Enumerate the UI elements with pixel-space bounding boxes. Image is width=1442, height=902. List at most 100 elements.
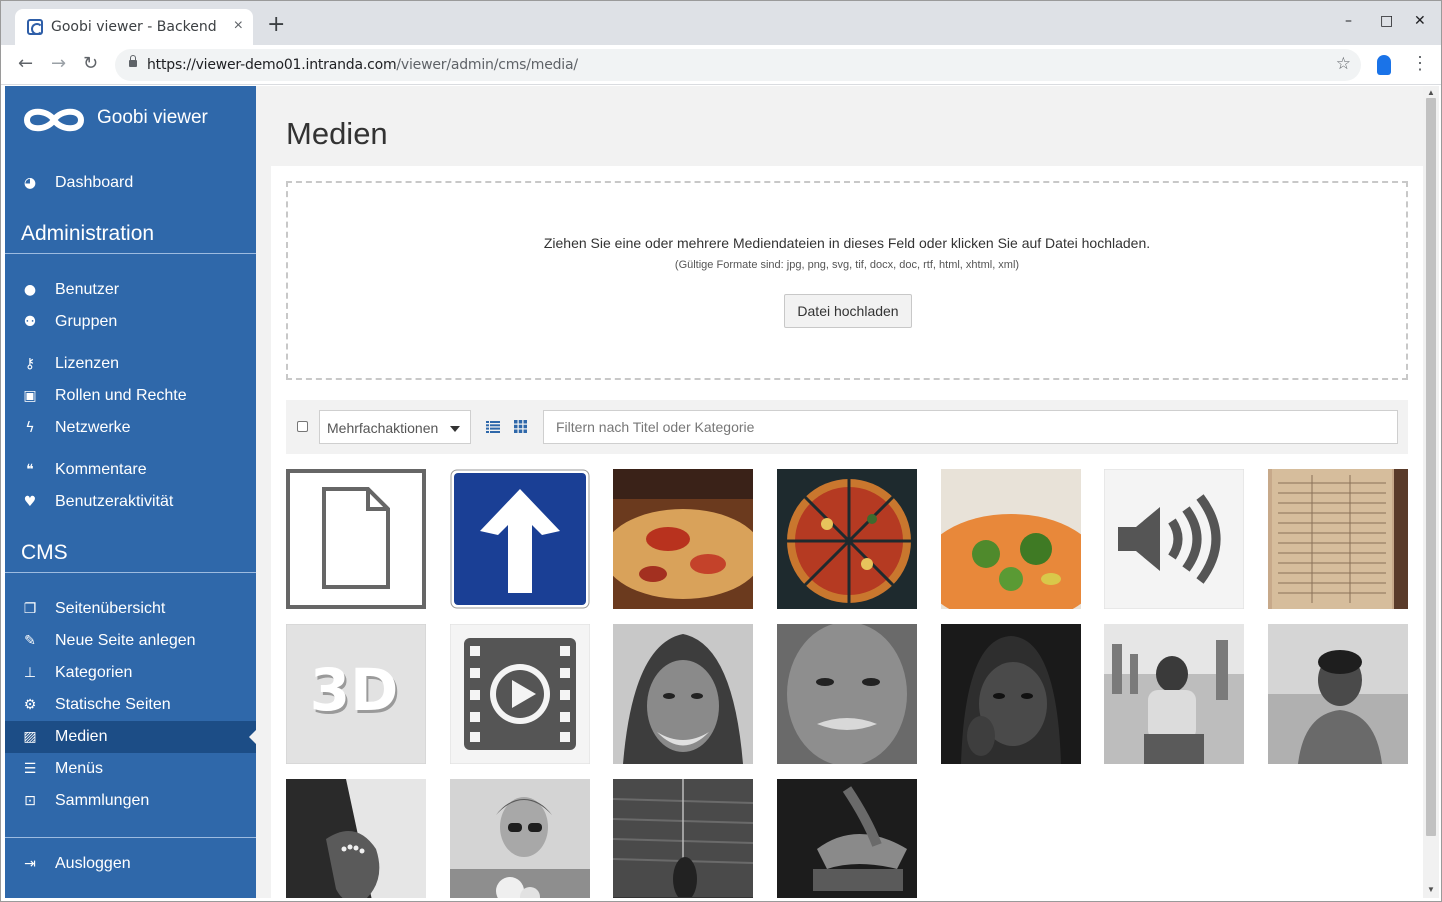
goobi-logo-icon[interactable] [21,100,87,140]
close-tab-icon[interactable]: × [234,17,243,35]
filter-bar: Mehrfachaktionen [286,400,1408,454]
browser-window: Goobi viewer - Backend × + – □ ✕ ← → ↻ h… [0,0,1442,902]
bolt-icon: ϟ [25,420,35,436]
media-thumb-boy-portrait[interactable] [1268,624,1408,764]
media-thumb-newspaper[interactable] [1268,469,1408,609]
sidebar-item-label: Sammlungen [55,792,150,809]
cogs-icon: ⚙ [23,697,37,713]
browser-tab[interactable]: Goobi viewer - Backend × [15,9,253,45]
media-grid: 3D 3D [286,469,1408,898]
admin-sidebar: Goobi viewer ◕ Dashboard Administration … [5,86,256,898]
upload-file-button[interactable]: Datei hochladen [784,294,912,328]
minimize-icon[interactable]: – [1345,13,1352,29]
back-arrow-icon[interactable]: ← [18,53,33,74]
section-divider [5,837,256,838]
scroll-up-icon[interactable]: ▲ [1427,88,1435,97]
bookmark-star-icon[interactable]: ☆ [1336,54,1351,74]
dropzone-formats: (Gültige Formate sind: jpg, png, svg, ti… [674,259,1020,271]
browser-toolbar: ← → ↻ https://viewer-demo01.intranda.com… [1,45,1441,85]
bulk-actions-select[interactable]: Mehrfachaktionen [319,410,471,444]
tab-title: Goobi viewer - Backend [51,19,217,35]
extension-icon[interactable] [1377,55,1391,75]
browser-menu-icon[interactable]: ⋮ [1411,53,1429,74]
page-scrollbar[interactable]: ▲ ▼ [1423,86,1439,898]
page-title: Medien [286,116,388,151]
sidebar-item-label: Lizenzen [55,355,120,372]
bulk-actions-value: Mehrfachaktionen [327,420,439,436]
chevron-down-icon [450,426,460,432]
goobi-favicon-icon [27,19,43,35]
media-thumb-old-man[interactable] [777,624,917,764]
sidebar-item-ausloggen[interactable]: ⇥ Ausloggen [5,848,256,880]
comments-icon: ❝ [26,462,34,478]
media-thumb-old-man-hood[interactable] [613,624,753,764]
svg-text:3D: 3D [310,656,399,724]
sidebar-item-menues[interactable]: ☰ Menüs [5,753,256,785]
sidebar-item-statische-seiten[interactable]: ⚙ Statische Seiten [5,689,256,721]
scroll-down-icon[interactable]: ▼ [1427,885,1435,894]
media-thumb-woman-sunglasses[interactable] [450,779,590,898]
media-thumb-man-hoodie[interactable] [941,624,1081,764]
sidebar-item-netzwerke[interactable]: ϟ Netzwerke [5,412,256,444]
sidebar-item-label: Kommentare [55,461,147,478]
sign-out-icon: ⇥ [24,856,36,872]
sidebar-item-kommentare[interactable]: ❝ Kommentare [5,454,256,486]
sidebar-item-label: Netzwerke [55,419,131,436]
collection-icon: ⊡ [24,793,36,809]
users-icon: ⚉ [23,314,37,330]
sidebar-item-label: Kategorien [55,664,133,681]
media-thumb-3d[interactable]: 3D 3D [286,624,426,764]
media-thumb-pizza-top[interactable] [777,469,917,609]
sidebar-item-label: Neue Seite anlegen [55,632,196,649]
new-tab-button[interactable]: + [267,14,285,36]
image-icon: ▨ [23,729,37,745]
media-panel: Ziehen Sie eine oder mehrere Mediendatei… [271,166,1423,898]
sidebar-item-rollen-und-rechte[interactable]: ▣ Rollen und Rechte [5,380,256,412]
media-thumb-boy-street[interactable] [1104,624,1244,764]
thumbtack-icon: ⊥ [23,665,37,681]
filter-input[interactable] [543,410,1398,444]
reload-icon[interactable]: ↻ [83,53,98,74]
sidebar-item-gruppen[interactable]: ⚉ Gruppen [5,306,256,338]
sidebar-item-sammlungen[interactable]: ⊡ Sammlungen [5,785,256,817]
sidebar-item-neue-seite-anlegen[interactable]: ✎ Neue Seite anlegen [5,625,256,657]
grid-view-icon[interactable] [514,420,527,433]
forward-arrow-icon[interactable]: → [51,53,66,74]
sidebar-item-benutzeraktivitaet[interactable]: ♥ Benutzeraktivität [5,486,256,518]
dashboard-icon: ◕ [23,175,37,191]
maximize-icon[interactable]: □ [1380,13,1393,29]
sidebar-item-label: Ausloggen [55,855,131,872]
section-divider [5,253,256,254]
media-thumb-arrow-sign[interactable] [450,469,590,609]
sidebar-item-kategorien[interactable]: ⊥ Kategorien [5,657,256,689]
files-icon: ❐ [23,601,37,617]
media-thumb-pier[interactable] [613,779,753,898]
list-view-icon[interactable] [486,421,500,433]
brand-name[interactable]: Goobi viewer [97,107,208,129]
sidebar-item-label: Seitenübersicht [55,600,166,617]
address-bar[interactable]: https://viewer-demo01.intranda.com/viewe… [115,49,1361,81]
media-thumb-video[interactable] [450,624,590,764]
media-thumb-audio[interactable] [1104,469,1244,609]
bars-icon: ☰ [23,761,37,777]
lock-icon [129,55,137,67]
dropzone-instructions: Ziehen Sie eine oder mehrere Mediendatei… [543,235,1151,251]
section-divider [5,572,256,573]
media-thumb-pizza-vegetable[interactable] [941,469,1081,609]
sidebar-item-dashboard[interactable]: ◕ Dashboard [5,167,256,199]
select-all-checkbox[interactable] [297,421,308,432]
main-area: Medien Ziehen Sie eine oder mehrere Medi… [256,86,1423,898]
sidebar-item-benutzer[interactable]: ● Benutzer [5,274,256,306]
upload-dropzone[interactable]: Ziehen Sie eine oder mehrere Mediendatei… [286,181,1408,380]
media-thumb-document[interactable] [286,469,426,609]
media-thumb-pizza-slice[interactable] [613,469,753,609]
media-thumb-hands-book[interactable] [777,779,917,898]
media-thumb-holding-hands[interactable] [286,779,426,898]
section-title-administration: Administration [21,222,155,245]
sidebar-item-seitenuebersicht[interactable]: ❐ Seitenübersicht [5,593,256,625]
sidebar-item-lizenzen[interactable]: ⚷ Lizenzen [5,348,256,380]
scrollbar-thumb[interactable] [1426,98,1436,836]
sidebar-item-medien[interactable]: ▨ Medien [5,721,256,753]
tab-strip: Goobi viewer - Backend × + – □ ✕ [1,1,1441,45]
close-window-icon[interactable]: ✕ [1414,13,1426,29]
